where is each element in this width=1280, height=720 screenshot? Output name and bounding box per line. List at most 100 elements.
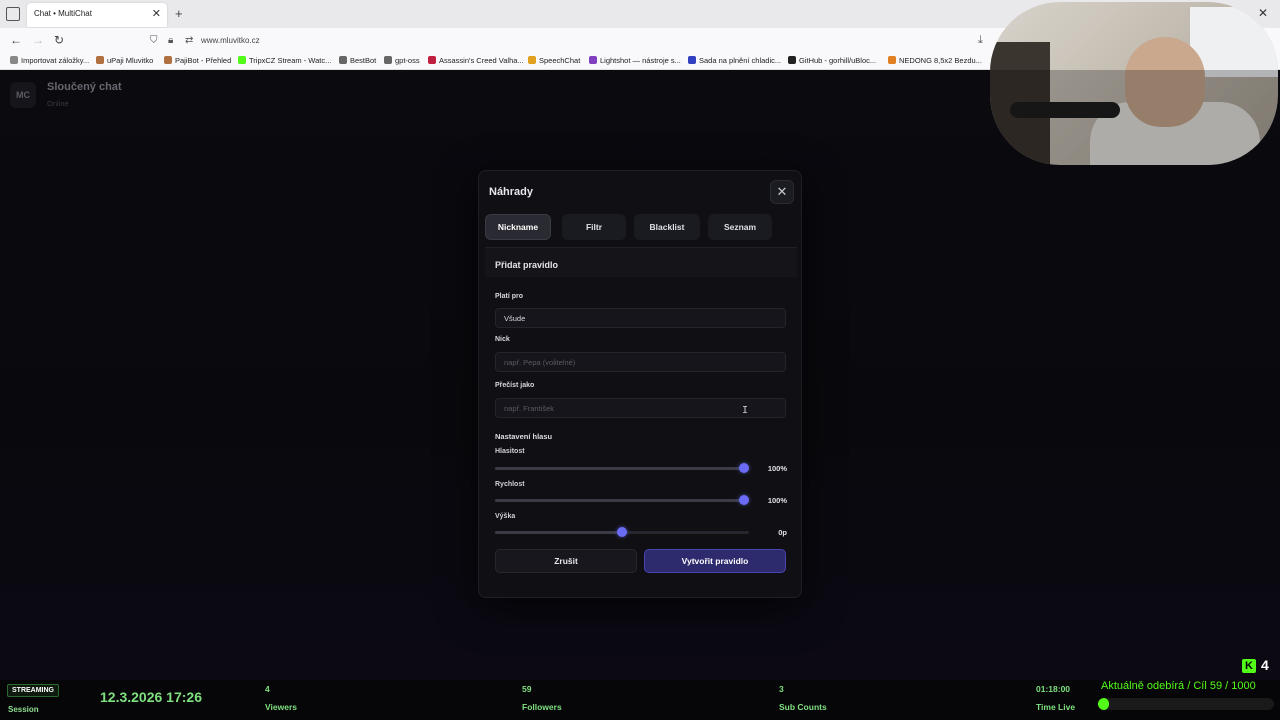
volume-value: 100% bbox=[767, 464, 787, 473]
bookmark-favicon-icon bbox=[888, 56, 896, 64]
screen: Chat • MultiChat ✕ + ✕ ← → ↻ ⛉ 🔒︎ ⇄ www.… bbox=[0, 0, 1280, 720]
speed-slider-fill bbox=[495, 499, 744, 502]
streaming-badge: STREAMING bbox=[7, 684, 59, 697]
bookmark-label: gpt-oss bbox=[395, 56, 420, 65]
read-as-label: Přečíst jako bbox=[495, 382, 535, 389]
url-bar[interactable]: www.mluvitko.cz bbox=[201, 36, 260, 45]
pitch-value: 0p bbox=[778, 528, 787, 537]
bookmark-item[interactable]: TripxCZ Stream - Watc... bbox=[238, 56, 331, 65]
tab-title: Chat • MultiChat bbox=[34, 9, 92, 18]
kick-viewer-count: 4 bbox=[1261, 657, 1269, 673]
bookmark-favicon-icon bbox=[10, 56, 18, 64]
bookmark-label: GitHub - gorhill/uBloc... bbox=[799, 56, 877, 65]
bookmark-item[interactable]: NEDONG 8,5x2 Bezdu... bbox=[888, 56, 982, 65]
bookmark-favicon-icon bbox=[788, 56, 796, 64]
bookmark-favicon-icon bbox=[528, 56, 536, 64]
bookmark-label: Assassin's Creed Valha... bbox=[439, 56, 524, 65]
viewers-count: 4 bbox=[265, 684, 270, 694]
viewers-label: Viewers bbox=[265, 702, 297, 712]
tab-close-icon[interactable]: ✕ bbox=[152, 7, 161, 20]
bookmark-favicon-icon bbox=[238, 56, 246, 64]
sidebar-toggle-icon[interactable] bbox=[6, 7, 20, 21]
bookmark-label: Sada na plnění chladic... bbox=[699, 56, 782, 65]
nick-input[interactable]: např. Pepa (volitelné) bbox=[495, 352, 786, 372]
pitch-label: Výška bbox=[495, 513, 516, 520]
applies-label: Platí pro bbox=[495, 293, 524, 300]
speed-value: 100% bbox=[767, 496, 787, 505]
forward-arrow-icon[interactable]: → bbox=[32, 33, 44, 47]
bookmark-item[interactable]: Assassin's Creed Valha... bbox=[428, 56, 524, 65]
tab-seznam[interactable]: Seznam bbox=[708, 214, 772, 240]
nick-label: Nick bbox=[495, 336, 510, 343]
pitch-slider[interactable] bbox=[495, 527, 749, 537]
session-label: Session bbox=[8, 705, 39, 714]
tab-nickname[interactable]: Nickname bbox=[485, 214, 551, 240]
bookmark-item[interactable]: SpeechChat bbox=[528, 56, 580, 65]
bookmark-favicon-icon bbox=[589, 56, 597, 64]
bookmark-item[interactable]: PajiBot - Přehled bbox=[164, 56, 231, 65]
bookmark-item[interactable]: BestBot bbox=[339, 56, 376, 65]
speed-slider-thumb[interactable] bbox=[739, 495, 749, 505]
bookmark-item[interactable]: gpt-oss bbox=[384, 56, 420, 65]
volume-label: Hlasitost bbox=[495, 448, 525, 455]
bookmark-favicon-icon bbox=[164, 56, 172, 64]
applies-value: Všude bbox=[504, 313, 526, 323]
tab-filtr[interactable]: Filtr bbox=[562, 214, 626, 240]
tab-blacklist[interactable]: Blacklist bbox=[634, 214, 700, 240]
new-tab-icon[interactable]: + bbox=[175, 6, 183, 21]
add-rule-panel-header: Přidat pravidlo bbox=[485, 247, 797, 277]
bookmark-item[interactable]: Lightshot — nástroje s... bbox=[589, 56, 681, 65]
modal-title: Náhrady bbox=[489, 186, 534, 198]
stream-datetime: 12.3.2026 17:26 bbox=[100, 689, 202, 705]
bookmark-label: SpeechChat bbox=[539, 56, 581, 65]
speed-label: Rychlost bbox=[495, 481, 525, 488]
lock-icon: 🔒︎ bbox=[168, 35, 174, 46]
speed-slider[interactable] bbox=[495, 495, 749, 505]
sub-goal-fill bbox=[1098, 698, 1109, 710]
bookmark-label: BestBot bbox=[350, 56, 377, 65]
volume-slider-fill bbox=[495, 467, 744, 470]
followers-count: 59 bbox=[522, 684, 532, 694]
nick-placeholder: např. Pepa (volitelné) bbox=[504, 357, 576, 367]
bookmark-label: uPaji Mluvitko bbox=[107, 56, 154, 65]
volume-slider-thumb[interactable] bbox=[739, 463, 749, 473]
bookmark-favicon-icon bbox=[384, 56, 392, 64]
read-as-placeholder: např. František bbox=[504, 403, 555, 413]
sub-goal-text: Aktuálně odebírá / Cíl 59 / 1000 bbox=[1101, 680, 1256, 692]
text-cursor-icon: I bbox=[742, 405, 749, 416]
followers-label: Followers bbox=[522, 702, 562, 712]
bookmark-item[interactable]: Sada na plnění chladic... bbox=[688, 56, 781, 65]
stream-stats-bar: STREAMING Session 12.3.2026 17:26 4 View… bbox=[0, 680, 1280, 720]
cancel-button[interactable]: Zrušit bbox=[495, 549, 637, 573]
close-icon[interactable]: ✕ bbox=[770, 180, 794, 204]
pitch-slider-thumb[interactable] bbox=[617, 527, 627, 537]
bookmark-label: PajiBot - Přehled bbox=[175, 56, 232, 65]
create-rule-button[interactable]: Vytvořit pravidlo bbox=[644, 549, 786, 573]
pitch-slider-fill bbox=[495, 531, 622, 534]
bookmark-favicon-icon bbox=[688, 56, 696, 64]
permissions-icon[interactable]: ⇄ bbox=[185, 35, 193, 46]
bookmark-item[interactable]: uPaji Mluvitko bbox=[96, 56, 153, 65]
reload-icon[interactable]: ↻ bbox=[54, 33, 64, 47]
replacements-modal: Náhrady ✕ Nickname Filtr Blacklist Sezna… bbox=[478, 170, 802, 598]
modal-tabs: Nickname Filtr Blacklist Seznam bbox=[485, 214, 797, 240]
bookmark-label: NEDONG 8,5x2 Bezdu... bbox=[899, 56, 982, 65]
subs-count: 3 bbox=[779, 684, 784, 694]
bookmark-item[interactable]: GitHub - gorhill/uBloc... bbox=[788, 56, 876, 65]
back-arrow-icon[interactable]: ← bbox=[10, 33, 22, 47]
add-rule-title: Přidat pravidlo bbox=[495, 260, 559, 270]
browser-tab[interactable]: Chat • MultiChat ✕ bbox=[27, 3, 167, 27]
applies-select[interactable]: Všude bbox=[495, 308, 786, 328]
kick-logo-icon: K bbox=[1242, 659, 1256, 673]
time-live-label: Time Live bbox=[1036, 702, 1076, 712]
shield-icon[interactable]: ⛉ bbox=[150, 35, 158, 46]
download-icon[interactable]: ⤓ bbox=[978, 34, 983, 47]
volume-slider[interactable] bbox=[495, 463, 749, 473]
bookmark-label: Lightshot — nástroje s... bbox=[600, 56, 681, 65]
bookmark-favicon-icon bbox=[339, 56, 347, 64]
bookmark-item[interactable]: Importovat záložky... bbox=[10, 56, 89, 65]
sub-goal-bar bbox=[1098, 698, 1274, 710]
bookmark-label: TripxCZ Stream - Watc... bbox=[249, 56, 332, 65]
bookmark-label: Importovat záložky... bbox=[21, 56, 90, 65]
subs-label: Sub Counts bbox=[779, 702, 827, 712]
